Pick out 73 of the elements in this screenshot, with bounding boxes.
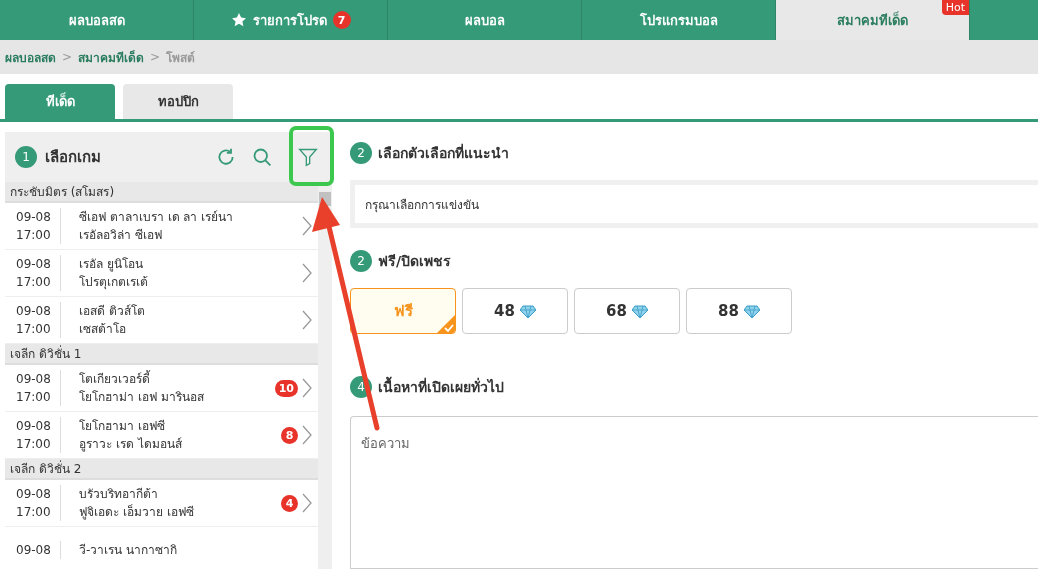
highlight-frame	[289, 126, 334, 186]
diamond-icon	[519, 304, 536, 318]
home-team: บรัวบริทอากีต้า	[79, 486, 159, 503]
away-team: โปรตุเกตเรเต้	[79, 274, 149, 291]
match-time: 17:00	[16, 321, 52, 338]
nav-tab[interactable]: สมาคมทีเด็ด Hot	[776, 0, 970, 40]
breadcrumb-link[interactable]: ผลบอลสด	[5, 47, 56, 67]
count-badge: 10	[274, 379, 298, 397]
away-team: อูราวะ เรด ไดมอนส์	[79, 436, 183, 453]
chevron-right-icon	[302, 378, 312, 398]
step-number: 2	[350, 142, 372, 164]
count-badge: 8	[281, 426, 298, 444]
home-team: โตเกียวเวอร์ดี้	[79, 370, 152, 388]
step-number: 2	[350, 250, 372, 272]
match-date: 09-08	[16, 542, 52, 559]
match-time: 17:00	[16, 436, 52, 453]
check-corner-icon	[437, 315, 455, 333]
tab[interactable]: ทอปปิก	[123, 84, 233, 119]
nav-label: ผลบอล	[464, 11, 505, 30]
filter-icon[interactable]	[298, 147, 318, 167]
home-team: ซีเอฟ ตาลาเบรา เด ลา เรย์นา	[79, 209, 235, 226]
match-time: 17:00	[16, 389, 52, 406]
home-team: โยโกฮามา เอฟซี	[79, 418, 166, 435]
diamond-icon	[743, 304, 760, 318]
match-time: 17:00	[16, 274, 52, 291]
breadcrumb-current: โพสต์	[166, 49, 196, 67]
breadcrumb-separator: >	[150, 50, 161, 64]
match-date: 09-08	[16, 371, 52, 388]
match-date: 09-08	[16, 303, 52, 320]
league-header: กระชับมิตร (สโมสร)	[5, 182, 318, 203]
chevron-right-icon	[302, 493, 312, 513]
home-team: เอสดี ติวส์โต	[79, 303, 146, 320]
match-date: 09-08	[16, 256, 52, 273]
nav-label: โปรแกรมบอล	[639, 11, 718, 30]
league-header: เจลีก ดิวิชั่น 2	[5, 459, 318, 480]
search-icon[interactable]	[252, 147, 272, 167]
count-badge: 7	[332, 11, 351, 29]
panel-title: เลือกเกม	[45, 147, 102, 168]
breadcrumb-link[interactable]: สมาคมทีเด็ด	[78, 47, 145, 67]
hot-tag: Hot	[941, 0, 969, 15]
away-team: เซสต้าโอ	[79, 321, 127, 338]
diamond-icon	[631, 304, 648, 318]
match-select[interactable]: กรุณาเลือกการแข่งขัน	[350, 180, 1038, 228]
nav-label: ผลบอลสด	[68, 11, 125, 30]
match-time: 17:00	[16, 504, 52, 521]
match-date: 09-08	[16, 209, 52, 226]
away-team: ฟูจิเอดะ เอ็มวาย เอฟซี	[79, 503, 195, 521]
price-option[interactable]: 48	[462, 288, 568, 334]
star-icon	[230, 12, 247, 28]
chevron-right-icon	[302, 425, 312, 445]
message-field[interactable]: ข้อความ	[350, 416, 1038, 569]
chevron-right-icon	[302, 263, 312, 283]
match-date: 09-08	[16, 418, 52, 435]
away-team: โยโกฮาม่า เอฟ มารินอส	[79, 389, 205, 406]
league-header: เจลีก ดิวิชั่น 1	[5, 344, 318, 365]
chevron-right-icon	[302, 216, 312, 236]
section-title: ฟรี/ปิดเพชร	[378, 252, 452, 271]
match-date: 09-08	[16, 486, 52, 503]
match-time: 17:00	[16, 227, 52, 244]
refresh-icon[interactable]	[216, 147, 236, 167]
away-team: เรอัลอวิล่า ซีเอฟ	[79, 227, 163, 244]
chevron-right-icon	[302, 310, 312, 330]
price-option[interactable]: 68	[574, 288, 680, 334]
home-team: เรอัล ยูนิโอน	[79, 256, 144, 273]
step-number: 1	[15, 146, 37, 168]
count-badge: 4	[281, 494, 298, 512]
breadcrumb-separator: >	[62, 50, 73, 64]
nav-label: สมาคมทีเด็ด	[837, 10, 908, 30]
price-option[interactable]: 88	[686, 288, 792, 334]
home-team: วี-วาเรน นากาซากิ	[79, 542, 179, 559]
section-title: เลือกตัวเลือกที่แนะนำ	[378, 142, 509, 163]
section-title: เนื้อหาที่เปิดเผยทั่วไป	[378, 376, 504, 398]
nav-label: รายการโปรด	[252, 11, 327, 30]
